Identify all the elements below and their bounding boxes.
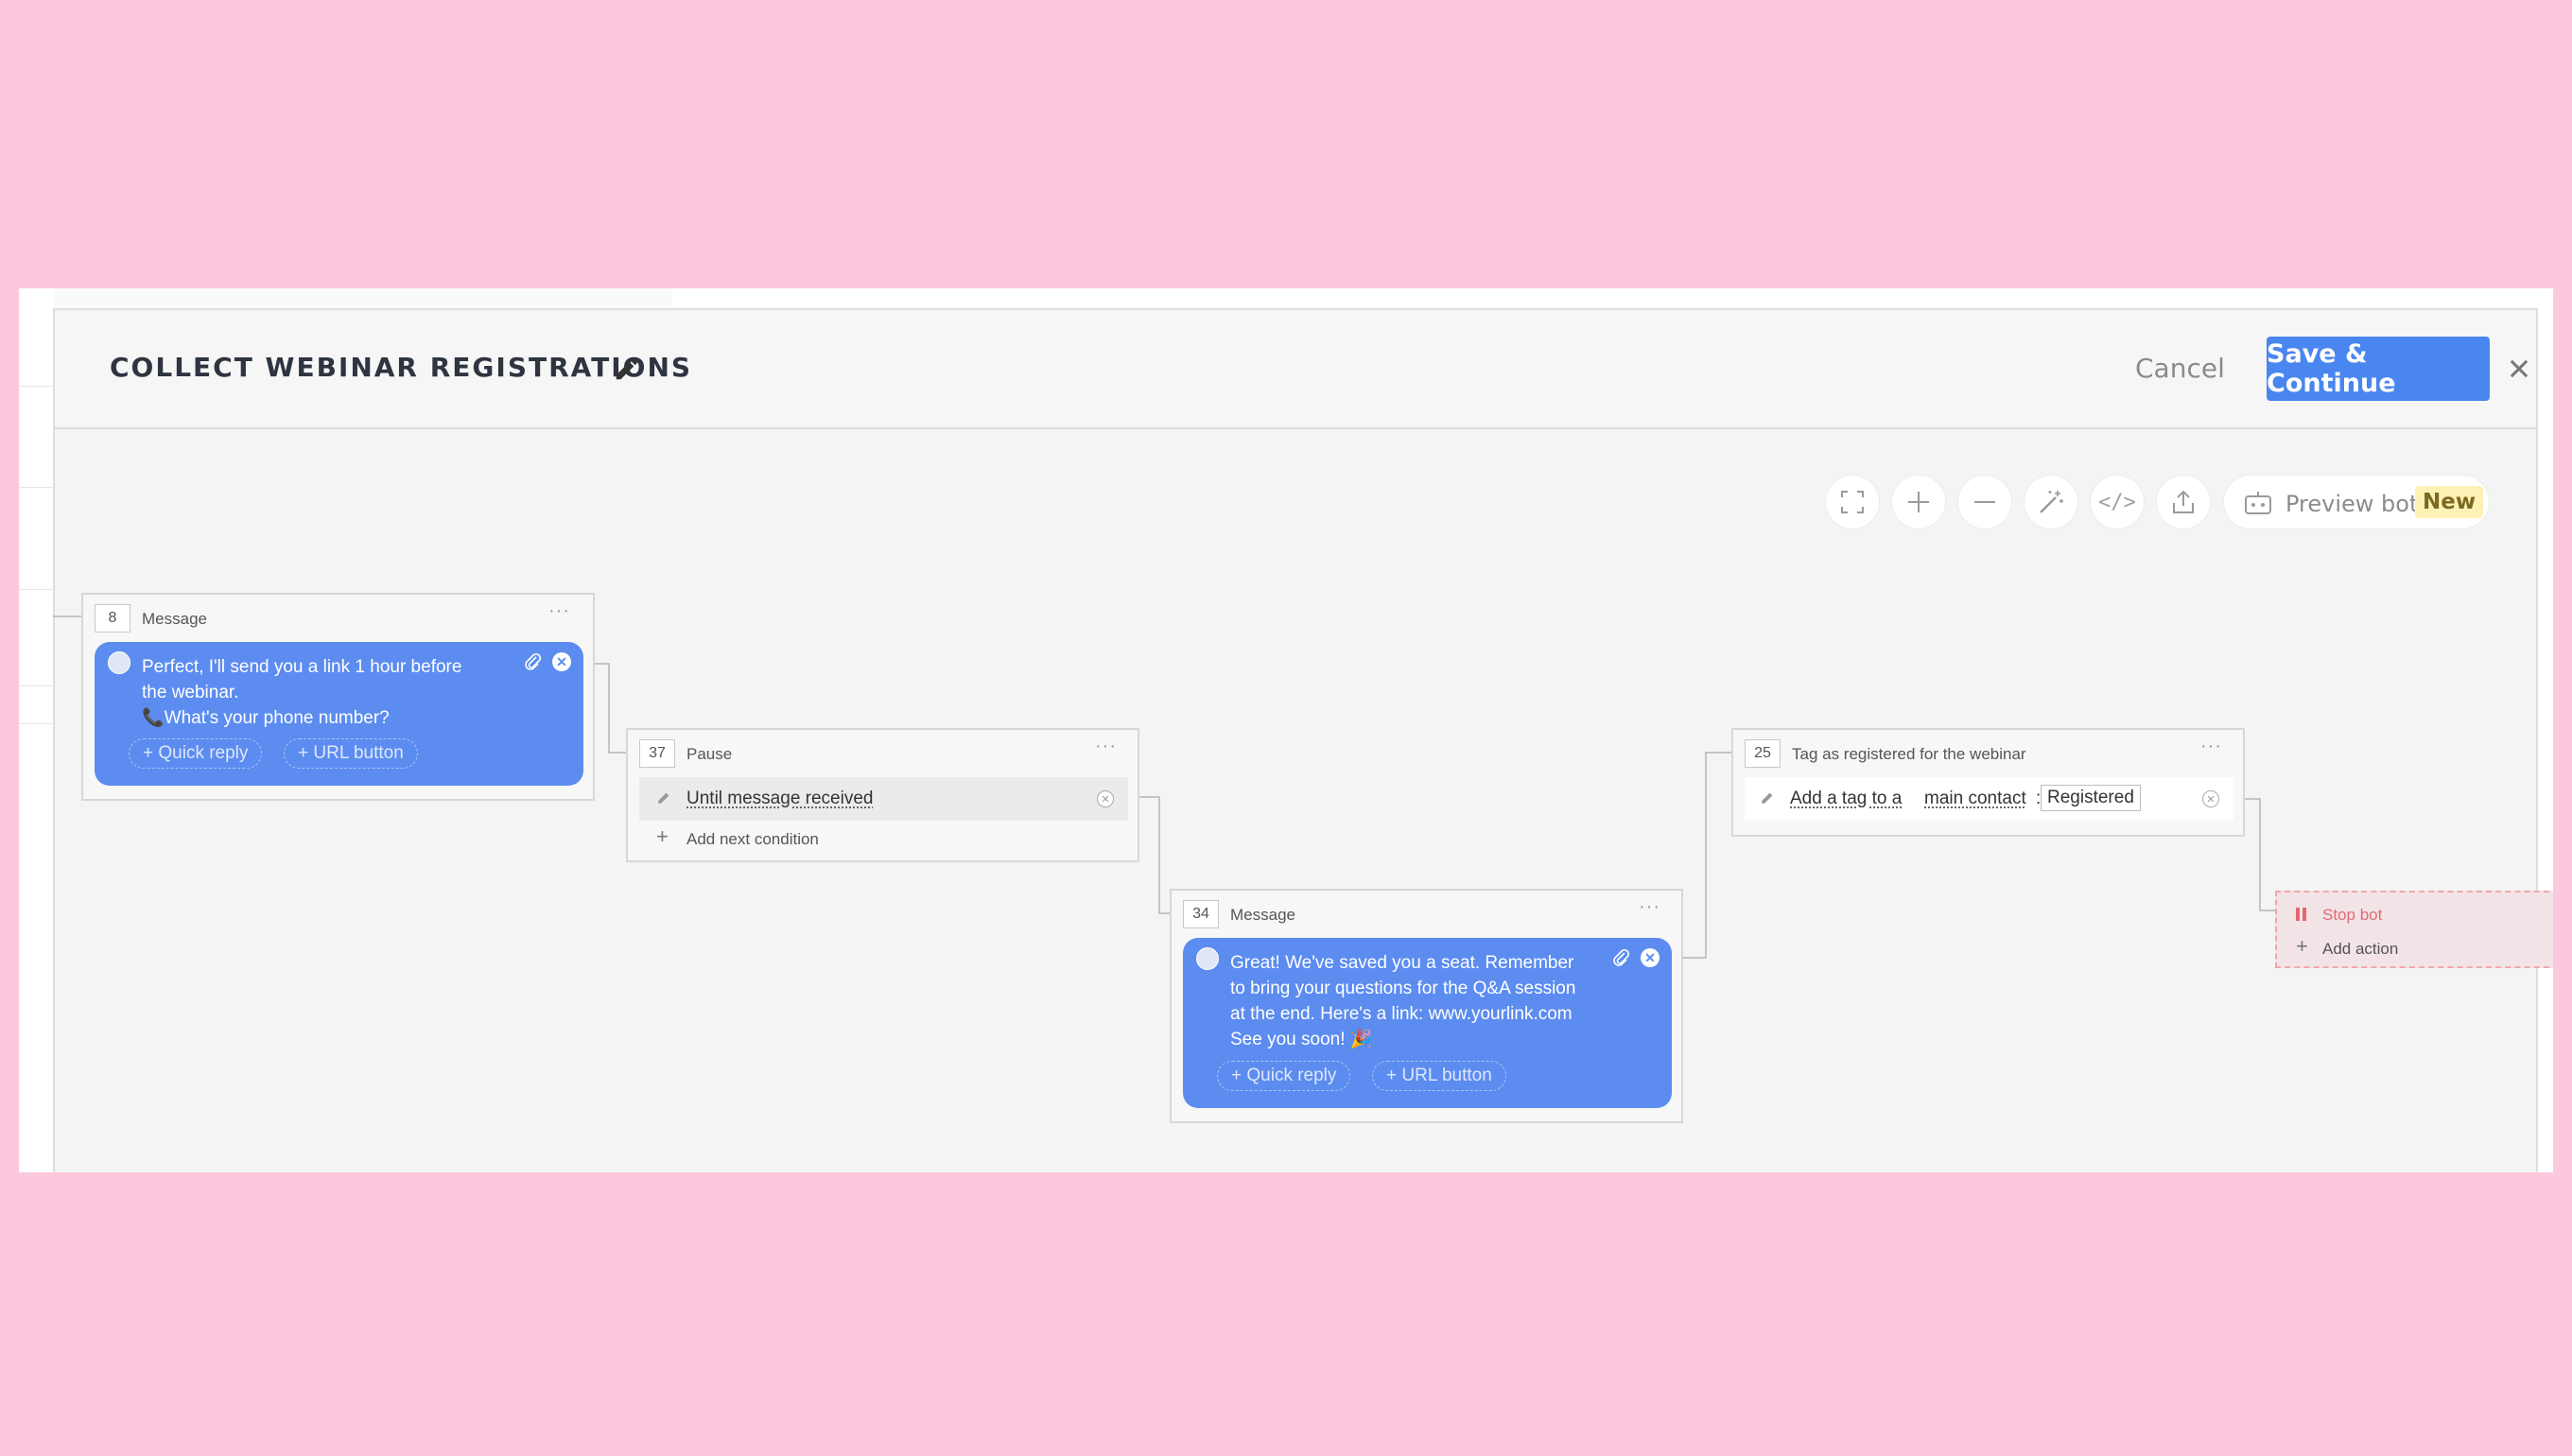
zoom-in-icon[interactable] — [1891, 475, 1946, 529]
bot-avatar — [1196, 947, 1219, 970]
message-text[interactable]: Perfect, I'll send you a link 1 hour bef… — [142, 654, 461, 731]
modal-header: COLLECT WEBINAR REGISTRATIONS Cancel Sav… — [55, 310, 2536, 429]
plus-icon: + — [656, 824, 669, 848]
node-type: Pause — [686, 745, 733, 763]
message-node[interactable]: 8 Message ··· Perfect, I'll send you a l… — [81, 593, 595, 801]
page-title: COLLECT WEBINAR REGISTRATIONS — [110, 352, 693, 383]
more-options-icon[interactable]: ··· — [1095, 737, 1117, 755]
quick-reply-button[interactable]: + Quick reply — [129, 738, 263, 769]
action-prefix[interactable]: Add a tag to a — [1790, 789, 1902, 809]
edit-title-icon[interactable] — [613, 355, 641, 383]
node-number: 34 — [1183, 900, 1219, 928]
code-icon[interactable]: </> — [2090, 475, 2145, 529]
attachment-icon[interactable] — [1612, 947, 1629, 968]
fullscreen-icon[interactable] — [1825, 475, 1880, 529]
tag-action-node[interactable]: 25 Tag as registered for the webinar ···… — [1731, 728, 2245, 837]
add-condition-link[interactable]: Add next condition — [686, 830, 819, 849]
action-row[interactable]: Add a tag to a main contact : Registered — [1745, 777, 2233, 821]
stop-bot-label: Stop bot — [2322, 906, 2383, 924]
bot-icon — [2245, 492, 2271, 514]
quick-reply-button[interactable]: + Quick reply — [1217, 1061, 1351, 1091]
code-glyph: </> — [2098, 490, 2136, 514]
message-node[interactable]: 34 Message ··· Great! We've saved you a … — [1170, 889, 1683, 1123]
preview-bot-button[interactable]: Preview bot New — [2223, 475, 2490, 529]
connector-remove-icon[interactable]: ✕ — [1097, 790, 1114, 807]
zoom-out-icon[interactable] — [1957, 475, 2012, 529]
background-tab-strip — [19, 288, 672, 310]
attachment-icon[interactable] — [524, 651, 541, 672]
condition-row[interactable]: Until message received — [639, 777, 1128, 821]
page-background-right — [2553, 288, 2572, 1172]
remove-icon[interactable]: ✕ — [552, 652, 571, 671]
url-button[interactable]: + URL button — [1372, 1061, 1506, 1091]
add-action-link[interactable]: Add action — [2322, 940, 2398, 959]
stop-bot-node[interactable]: Stop bot + Add action — [2275, 891, 2559, 968]
pause-node[interactable]: 37 Pause ··· Until message received ✕ + … — [626, 728, 1139, 862]
preview-bot-label: Preview bot — [2285, 491, 2419, 517]
pause-icon — [2296, 908, 2309, 921]
magic-wand-icon[interactable] — [2024, 475, 2078, 529]
condition-label[interactable]: Until message received — [686, 789, 873, 809]
node-number: 37 — [639, 739, 675, 768]
message-bubble[interactable]: Perfect, I'll send you a link 1 hour bef… — [95, 642, 583, 786]
tag-chip[interactable]: Registered — [2041, 785, 2141, 811]
message-text[interactable]: Great! We've saved you a seat. Remember … — [1230, 950, 1575, 1052]
node-type: Message — [142, 610, 207, 628]
action-target[interactable]: main contact — [1924, 789, 2026, 809]
background-sidebar — [19, 288, 54, 1172]
save-continue-button[interactable]: Save & Continue — [2267, 337, 2490, 401]
connector-remove-icon[interactable]: ✕ — [2202, 790, 2219, 807]
export-icon[interactable] — [2156, 475, 2211, 529]
message-bubble[interactable]: Great! We've saved you a seat. Remember … — [1183, 938, 1672, 1108]
url-button[interactable]: + URL button — [284, 738, 418, 769]
pencil-icon[interactable] — [656, 789, 673, 806]
pencil-icon[interactable] — [1760, 789, 1777, 806]
plus-icon: + — [2296, 934, 2308, 958]
more-options-icon[interactable]: ··· — [548, 601, 570, 620]
more-options-icon[interactable]: ··· — [2200, 737, 2222, 755]
remove-icon[interactable]: ✕ — [1641, 948, 1660, 967]
node-type: Tag as registered for the webinar — [1792, 745, 2026, 763]
node-number: 8 — [95, 604, 130, 633]
node-number: 25 — [1745, 739, 1781, 768]
node-type: Message — [1230, 906, 1295, 924]
new-badge: New — [2415, 486, 2484, 518]
page-background-bottom — [0, 1172, 2572, 1456]
more-options-icon[interactable]: ··· — [1639, 897, 1660, 916]
close-icon[interactable] — [2506, 355, 2532, 382]
cancel-button[interactable]: Cancel — [2135, 353, 2225, 384]
bot-avatar — [108, 651, 130, 674]
